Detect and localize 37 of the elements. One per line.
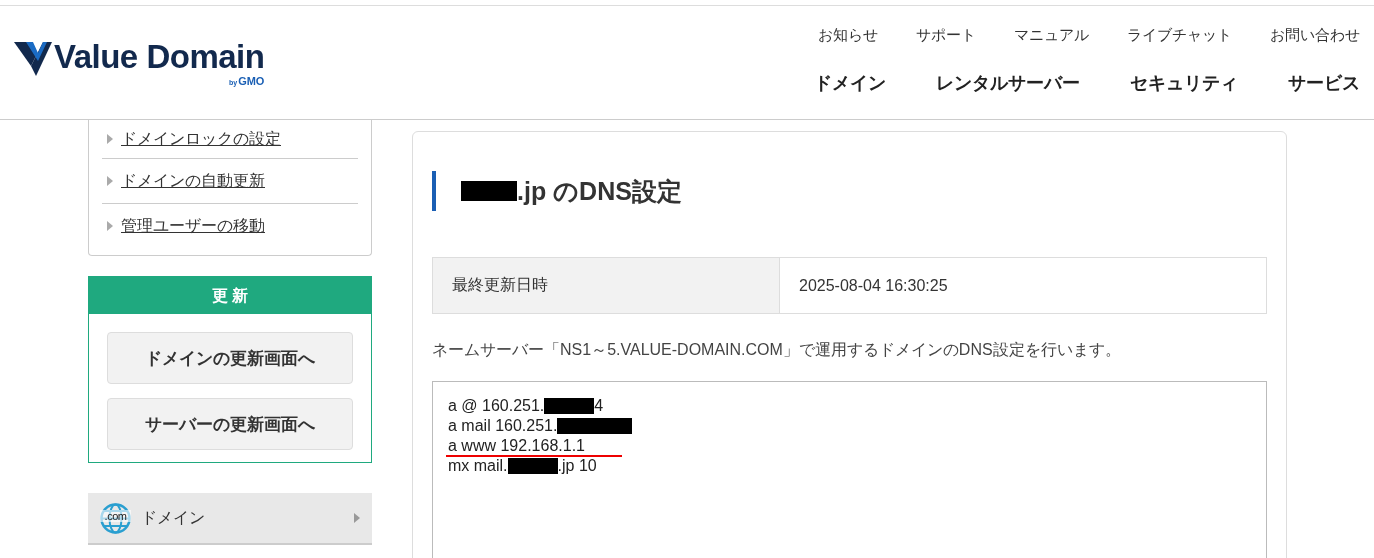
logo-name: Value Domain [54,40,265,73]
renew-button[interactable]: ドメインの更新画面へ [107,332,353,384]
sidebar-menu-item[interactable]: .com ドメイン [88,493,372,543]
logo-mark-icon [14,40,52,76]
triangle-icon [107,176,113,186]
record-text: 4 [594,396,604,416]
nav-item[interactable]: ドメイン [814,71,886,95]
sidebar-link[interactable]: ドメインの自動更新 [121,170,265,192]
logo-brand: GMO [238,75,265,87]
header-link[interactable]: お問い合わせ [1270,26,1360,45]
nav-item[interactable]: セキュリティ [1130,71,1238,95]
redaction-bar [461,181,517,201]
sidebar-link[interactable]: ドメインロックの設定 [121,128,281,150]
header-link[interactable]: ライブチャット [1127,26,1232,45]
table-cell: 2025-08-04 16:30:25 [779,257,1267,314]
nav-item[interactable]: レンタルサーバー [936,71,1080,95]
panel-header: 更 新 [89,277,371,314]
redaction-bar [507,458,558,474]
header-link[interactable]: マニュアル [1014,26,1089,45]
record-text: a www 192.168.1.1 [448,436,585,456]
record-text: a mail 160.251. [448,416,558,436]
record-text: .jp 10 [557,456,597,476]
triangle-icon [107,134,113,144]
renew-button[interactable]: サーバーの更新画面へ [107,398,353,450]
record-text: a @ 160.251. [448,396,545,416]
header-link[interactable]: お知らせ [818,26,878,45]
records-field[interactable]: a @ 160.251. 4 a mail 160.251. a www 192.168.1.1 mx mail. .jp 10 [432,381,1267,558]
globe-icon: .com [100,502,131,534]
record-text: mx mail. [448,456,508,476]
nav-item[interactable]: サービス [1288,71,1360,95]
sidebar-link[interactable]: 管理ユーザーの移動 [121,215,265,237]
table-cell: 最終更新日時 [432,257,780,314]
description-text: ネームサーバー「NS1～5.VALUE-DOMAIN.COM」で運用するドメインのDNS設定を行います。 [432,340,1122,360]
redaction-bar [544,398,595,414]
triangle-icon [107,221,113,231]
page-title: .jp のDNS設定 [517,175,682,207]
header-link[interactable]: サポート [916,26,976,45]
